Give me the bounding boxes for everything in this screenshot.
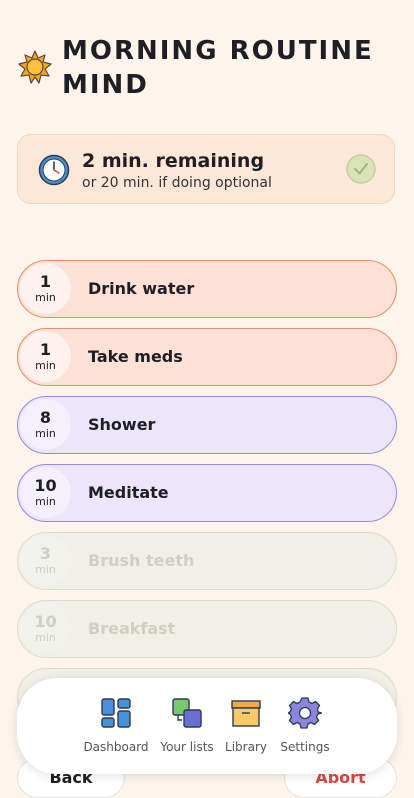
time-remaining-optional: or 20 min. if doing optional bbox=[82, 175, 272, 191]
task-label: Breakfast bbox=[88, 619, 176, 638]
duration-badge: 8 min bbox=[20, 399, 71, 450]
task-brush-teeth[interactable]: 3 min Brush teeth bbox=[17, 532, 397, 590]
task-label: Meditate bbox=[88, 483, 169, 502]
task-take-meds[interactable]: 1 min Take meds bbox=[17, 328, 397, 386]
lists-icon bbox=[172, 698, 202, 728]
task-shower[interactable]: 8 min Shower bbox=[17, 396, 397, 454]
nav-dashboard[interactable]: Dashboard bbox=[78, 696, 154, 754]
duration-badge: 1 min bbox=[20, 331, 71, 382]
task-label: Drink water bbox=[88, 279, 195, 298]
task-breakfast[interactable]: 10 min Breakfast bbox=[17, 600, 397, 658]
task-label: Brush teeth bbox=[88, 551, 195, 570]
sun-icon bbox=[18, 50, 52, 84]
time-remaining: 2 min. remaining bbox=[82, 150, 265, 172]
time-remaining-card: 2 min. remaining or 20 min. if doing opt… bbox=[17, 134, 395, 204]
page-title: Morning Routine Mind bbox=[62, 36, 374, 100]
library-icon bbox=[231, 700, 261, 727]
duration-badge: 10 min bbox=[20, 603, 71, 654]
gear-icon bbox=[288, 697, 322, 729]
header: Morning Routine Mind bbox=[18, 34, 382, 102]
duration-badge: 3 min bbox=[20, 535, 71, 586]
task-drink-water[interactable]: 1 min Drink water bbox=[17, 260, 397, 318]
duration-badge: 10 min bbox=[20, 467, 71, 518]
clock-icon bbox=[38, 154, 70, 186]
check-icon[interactable] bbox=[346, 154, 376, 184]
task-meditate[interactable]: 10 min Meditate bbox=[17, 464, 397, 522]
duration-badge: 1 min bbox=[20, 263, 71, 314]
bottom-nav: Dashboard Your lists Library Settings bbox=[17, 678, 397, 774]
task-label: Take meds bbox=[88, 347, 183, 366]
nav-settings[interactable]: Settings bbox=[267, 696, 343, 754]
task-label: Shower bbox=[88, 415, 156, 434]
dashboard-icon bbox=[101, 698, 131, 728]
